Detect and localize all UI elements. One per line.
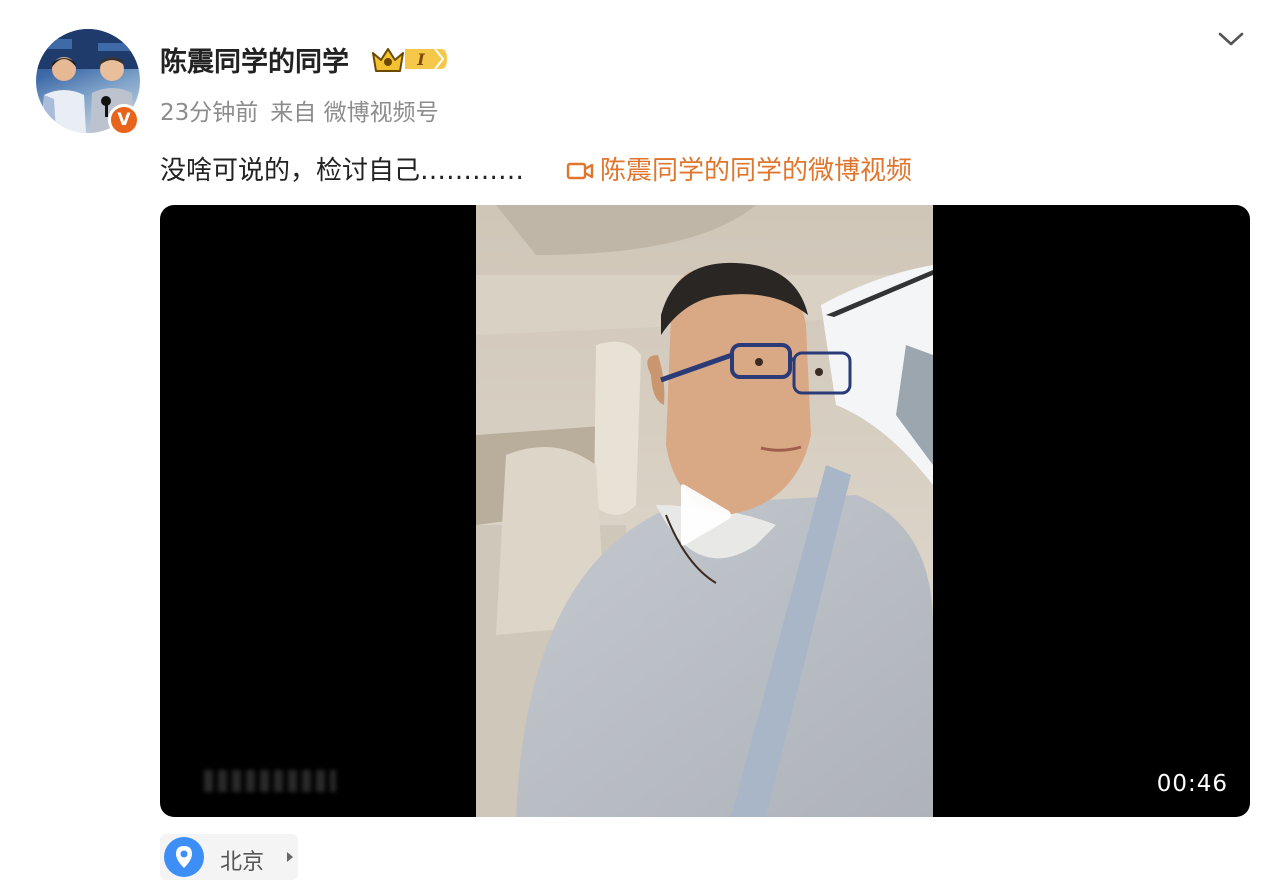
play-icon[interactable] (673, 481, 733, 549)
chevron-down-icon[interactable] (1216, 28, 1246, 50)
post-meta: 23分钟前 来自 微博视频号 (160, 93, 451, 127)
video-watermark (204, 770, 336, 792)
post-time: 23分钟前 (160, 100, 259, 126)
video-link[interactable]: 陈震同学的同学的微博视频 (566, 150, 912, 187)
post-source[interactable]: 来自 微博视频号 (270, 100, 438, 126)
vip-level: I (417, 50, 425, 69)
video-duration: 00:46 (1156, 771, 1228, 797)
crown-vip-icon[interactable] (371, 43, 449, 75)
location-tag[interactable]: 北京 (160, 834, 298, 880)
video-link-label: 陈震同学的同学的微博视频 (600, 156, 913, 186)
chevron-right-icon (287, 852, 293, 862)
verified-v-icon: V (108, 104, 140, 136)
video-player[interactable]: 00:46 (160, 205, 1250, 817)
username[interactable]: 陈震同学的同学 (160, 40, 349, 79)
post-text: 没啥可说的，检讨自己………… (160, 156, 525, 186)
location-label: 北京 (220, 850, 265, 875)
location-pin-icon (164, 837, 204, 877)
video-camera-icon (566, 162, 594, 180)
